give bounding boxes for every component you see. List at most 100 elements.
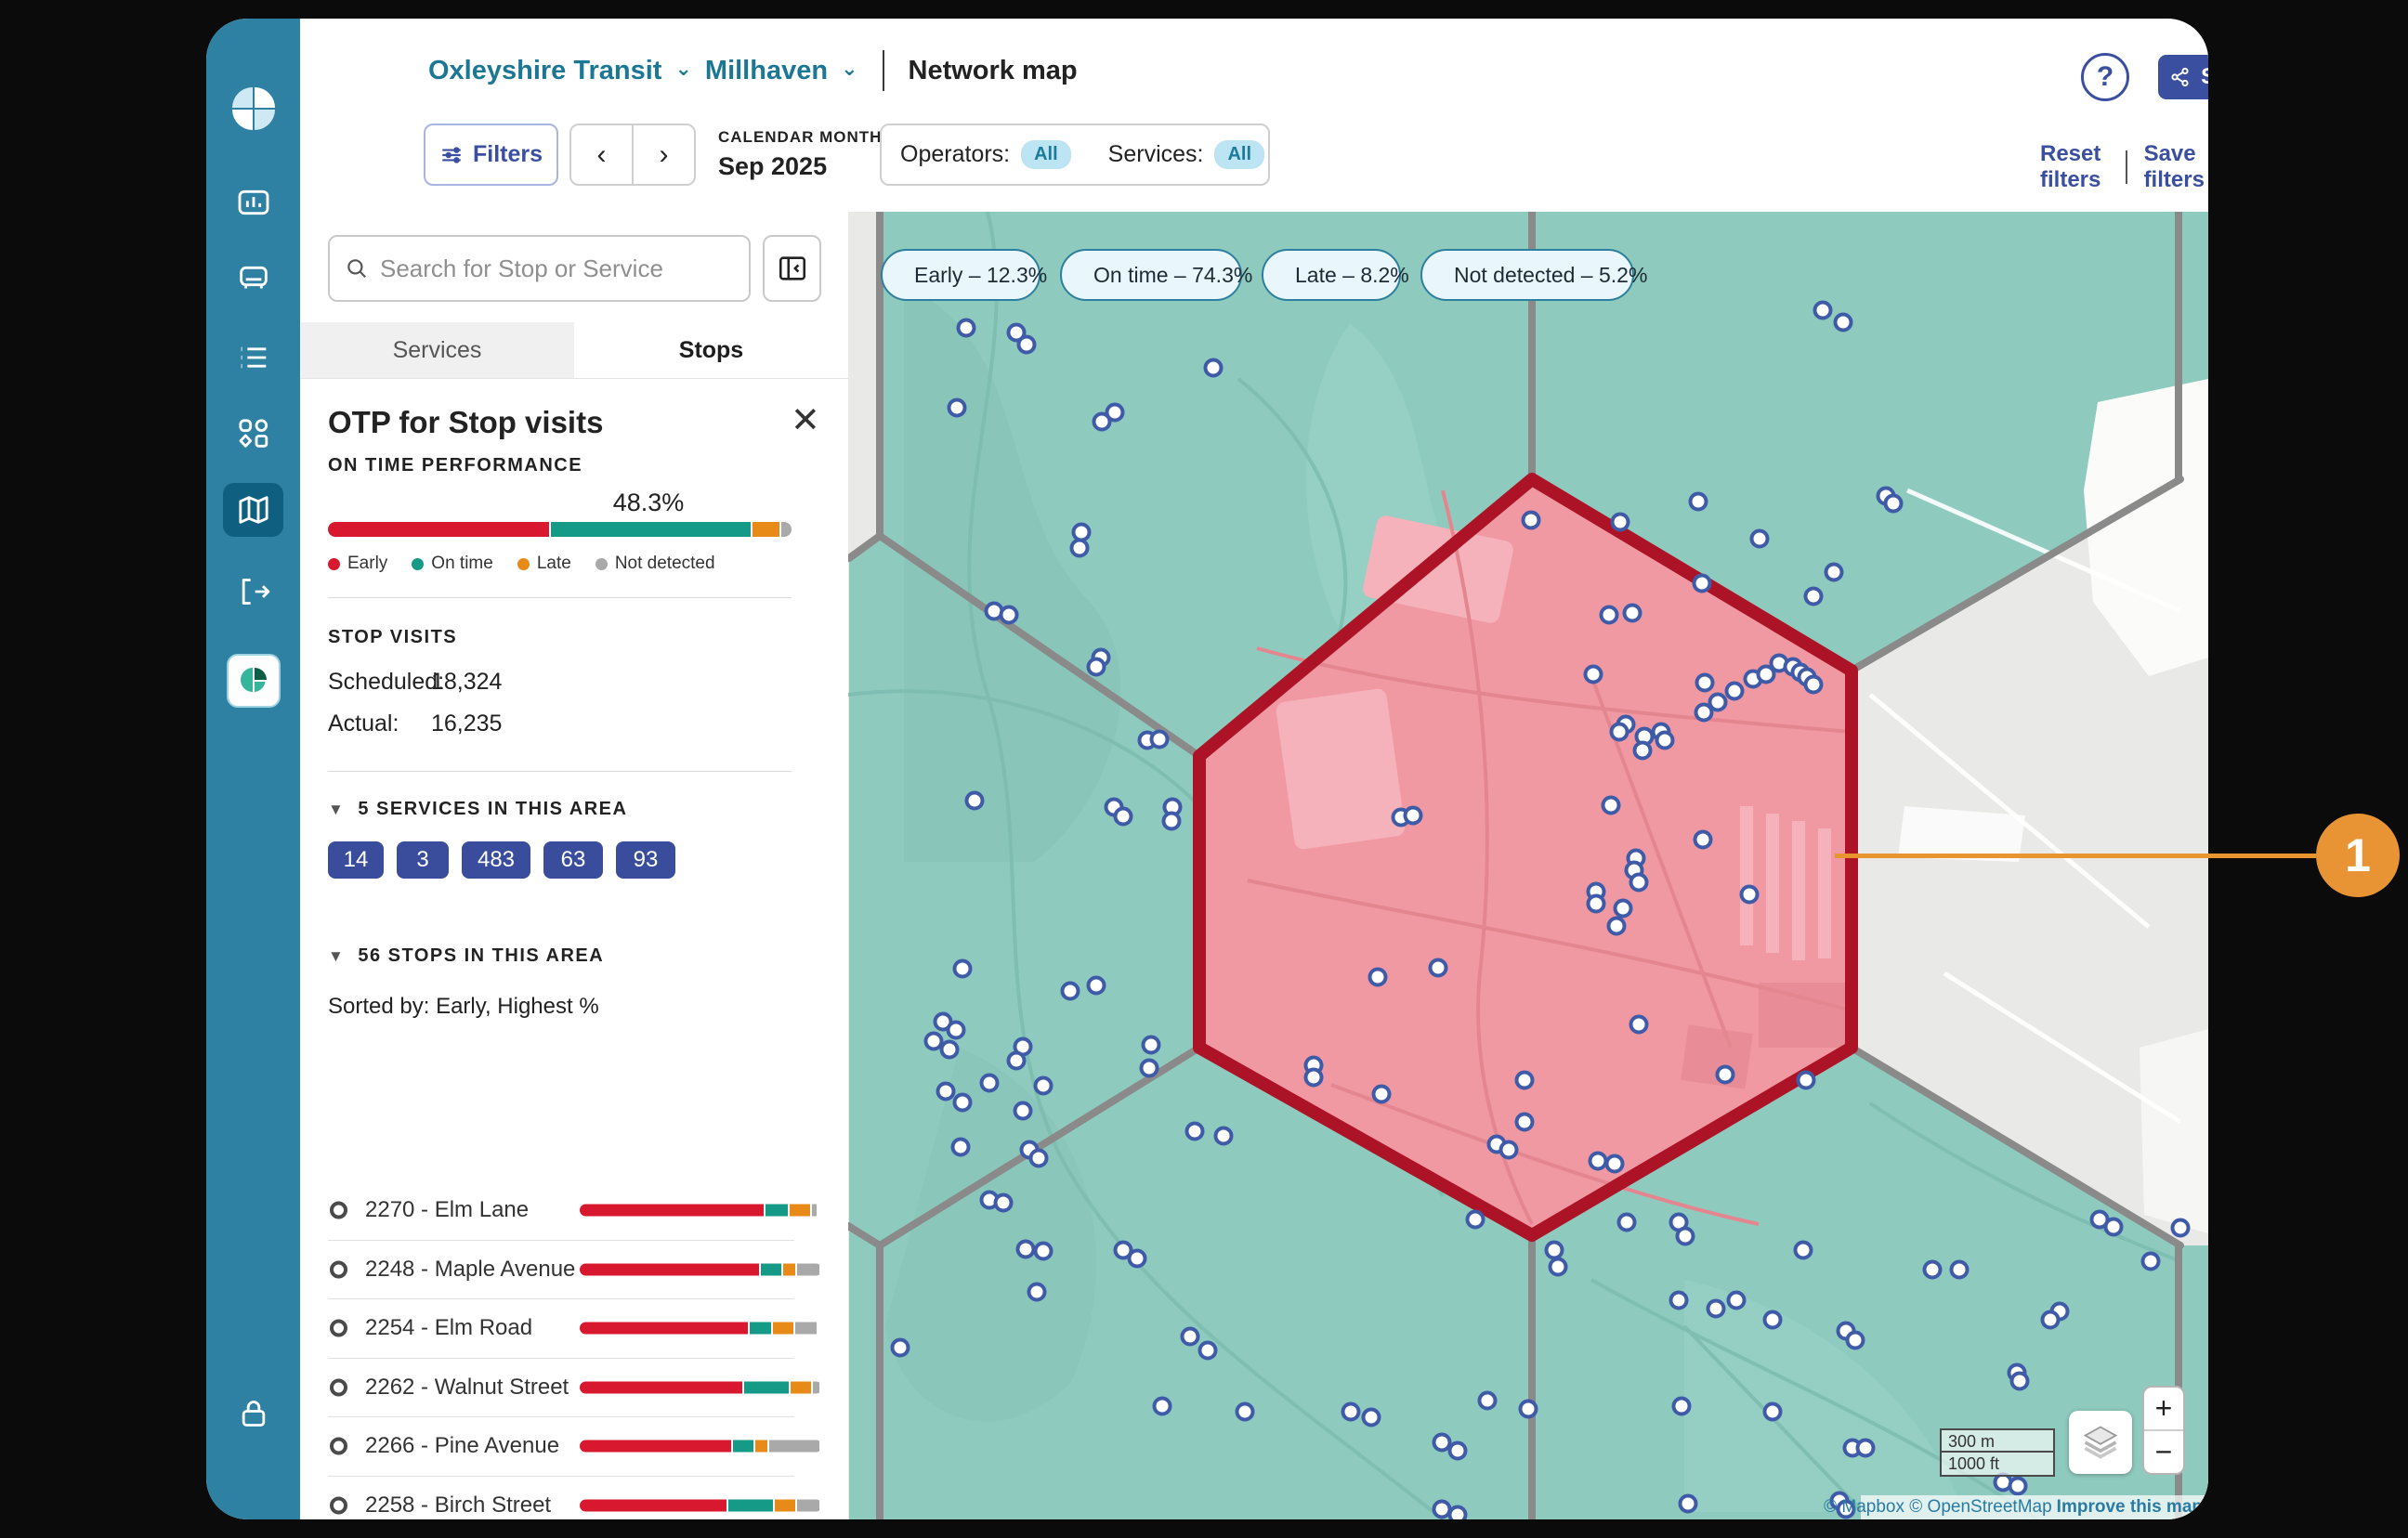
stop-marker[interactable] — [2041, 1310, 2061, 1330]
stop-marker[interactable] — [1515, 1071, 1535, 1090]
stop-marker[interactable] — [1087, 658, 1106, 677]
stop-marker[interactable] — [1027, 1283, 1047, 1302]
stop-marker[interactable] — [1617, 1213, 1637, 1232]
breadcrumb-operator[interactable]: Oxleyshire Transit — [428, 56, 661, 86]
stop-marker[interactable] — [1140, 1059, 1159, 1078]
stop-marker[interactable] — [1362, 1408, 1381, 1427]
stop-marker[interactable] — [1794, 1241, 1813, 1260]
service-badge-483[interactable]: 483 — [462, 841, 530, 879]
stop-marker[interactable] — [1846, 1331, 1865, 1350]
map-legend-chip[interactable]: Late – 8.2% — [1262, 249, 1401, 301]
stop-marker[interactable] — [1198, 1341, 1218, 1361]
stop-marker[interactable] — [1633, 741, 1653, 761]
next-month-button[interactable]: › — [634, 125, 694, 184]
stop-marker[interactable] — [1515, 1113, 1535, 1132]
stop-marker[interactable] — [1549, 1258, 1568, 1277]
stop-marker[interactable] — [1478, 1391, 1498, 1411]
stop-marker[interactable] — [1448, 1505, 1468, 1520]
zoom-in-button[interactable]: + — [2144, 1388, 2183, 1431]
stop-marker[interactable] — [1689, 492, 1708, 512]
stop-marker[interactable] — [1014, 1101, 1033, 1121]
stop-marker[interactable] — [953, 959, 973, 979]
stop-marker[interactable] — [1448, 1441, 1468, 1461]
stop-marker[interactable] — [2171, 1219, 2191, 1238]
stop-marker[interactable] — [1034, 1242, 1054, 1261]
stop-marker[interactable] — [1679, 1494, 1698, 1514]
stop-marker[interactable] — [1016, 1240, 1036, 1259]
stop-marker[interactable] — [957, 319, 976, 338]
stop-marker[interactable] — [940, 1040, 960, 1060]
stop-marker[interactable] — [1185, 1122, 1205, 1141]
stop-marker[interactable] — [953, 1093, 973, 1113]
stop-marker[interactable] — [1834, 313, 1853, 332]
stop-marker[interactable] — [1181, 1327, 1200, 1347]
service-badge-3[interactable]: 3 — [397, 841, 449, 879]
stop-marker[interactable] — [1017, 335, 1037, 355]
stop-marker[interactable] — [1153, 1397, 1172, 1416]
lock-icon[interactable] — [223, 1387, 283, 1440]
stop-marker[interactable] — [1204, 358, 1224, 378]
stop-marker[interactable] — [1341, 1402, 1361, 1422]
stop-marker[interactable] — [1813, 301, 1833, 320]
stop-marker[interactable] — [1672, 1397, 1692, 1416]
stop-marker[interactable] — [1522, 511, 1541, 530]
layers-button[interactable] — [2069, 1411, 2132, 1474]
stop-marker[interactable] — [1000, 606, 1019, 625]
stop-marker[interactable] — [1007, 1051, 1027, 1071]
stop-marker[interactable] — [1750, 529, 1770, 549]
reset-filters-link[interactable]: Reset filters — [2040, 141, 2109, 193]
sorted-by-label[interactable]: Sorted by: Early, Highest % — [328, 994, 599, 1020]
stop-list-item[interactable]: 2262 - Walnut Street — [328, 1358, 822, 1416]
stop-marker[interactable] — [1519, 1400, 1538, 1419]
stop-marker[interactable] — [1499, 1140, 1519, 1160]
improve-map-link[interactable]: Improve this map — [2057, 1497, 2203, 1518]
stop-marker[interactable] — [1676, 1227, 1695, 1246]
zoom-out-button[interactable]: − — [2144, 1431, 2183, 1473]
stop-list-item[interactable]: 2254 - Elm Road — [328, 1299, 822, 1358]
stop-marker[interactable] — [1804, 675, 1824, 695]
stop-marker[interactable] — [1607, 917, 1627, 936]
stop-marker[interactable] — [980, 1074, 1000, 1093]
stop-marker[interactable] — [1629, 873, 1649, 893]
stop-marker[interactable] — [1884, 494, 1904, 514]
sidebar-item-map[interactable] — [223, 483, 283, 537]
stop-marker[interactable] — [1707, 1299, 1726, 1319]
stop-marker[interactable] — [1466, 1210, 1485, 1230]
stop-marker[interactable] — [1825, 563, 1844, 582]
stop-marker[interactable] — [1727, 1291, 1747, 1310]
stop-marker[interactable] — [1763, 1310, 1783, 1330]
prev-month-button[interactable]: ‹ — [571, 125, 634, 184]
stop-marker[interactable] — [1584, 665, 1603, 684]
stop-marker[interactable] — [1856, 1439, 1876, 1458]
stop-marker[interactable] — [1614, 899, 1633, 919]
stop-marker[interactable] — [1611, 513, 1630, 532]
stop-list-item[interactable]: 2248 - Maple Avenue — [328, 1240, 822, 1298]
stop-marker[interactable] — [1372, 1085, 1392, 1104]
stop-marker[interactable] — [1106, 403, 1125, 423]
stop-list-item[interactable]: 2270 - Elm Lane — [328, 1181, 822, 1240]
service-badge-14[interactable]: 14 — [328, 841, 384, 879]
stop-marker[interactable] — [1070, 539, 1090, 558]
stop-marker[interactable] — [1605, 1154, 1625, 1174]
stop-marker[interactable] — [1656, 731, 1675, 750]
stop-marker[interactable] — [1804, 587, 1824, 606]
stop-marker[interactable] — [947, 1021, 966, 1040]
stop-marker[interactable] — [1602, 796, 1621, 815]
stop-marker[interactable] — [1629, 1015, 1649, 1035]
stop-marker[interactable] — [1128, 1249, 1147, 1269]
sidebar-item-list[interactable] — [223, 331, 283, 384]
stop-marker[interactable] — [1304, 1068, 1324, 1088]
stop-marker[interactable] — [1725, 682, 1745, 701]
stop-marker[interactable] — [1623, 604, 1642, 623]
stop-marker[interactable] — [1693, 574, 1712, 593]
stop-marker[interactable] — [1061, 982, 1080, 1001]
stop-marker[interactable] — [948, 398, 967, 418]
stop-marker[interactable] — [2010, 1372, 2030, 1391]
map-canvas[interactable]: Early – 12.3%On time – 74.3%Late – 8.2%N… — [848, 212, 2208, 1519]
stop-marker[interactable] — [2104, 1218, 2124, 1237]
stop-marker[interactable] — [891, 1338, 910, 1358]
service-badge-63[interactable]: 63 — [543, 841, 603, 879]
breadcrumb-region[interactable]: Millhaven — [705, 56, 828, 86]
stop-marker[interactable] — [1716, 1065, 1735, 1085]
stop-marker[interactable] — [1763, 1402, 1783, 1422]
